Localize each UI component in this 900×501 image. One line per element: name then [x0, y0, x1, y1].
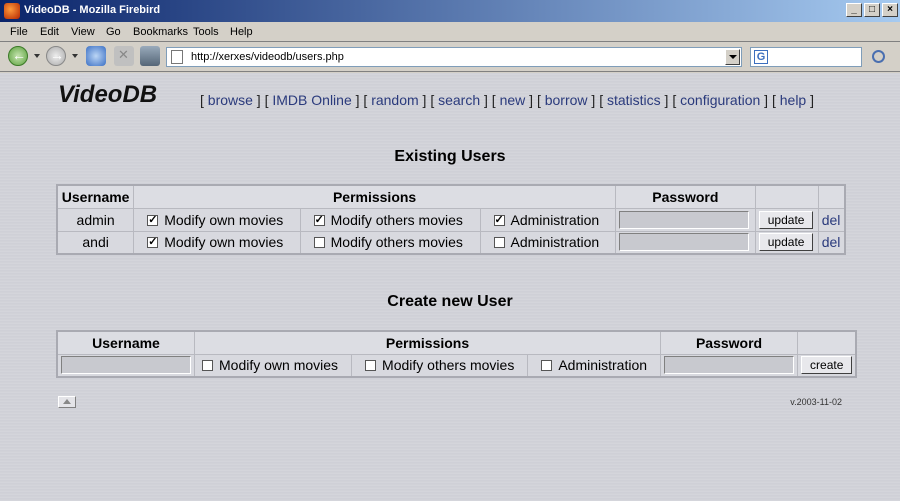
perm-label: Modify others movies — [330, 234, 463, 251]
menu-help[interactable]: Help — [230, 26, 253, 38]
username-cell: andi — [56, 230, 135, 255]
nav-new[interactable]: new — [500, 92, 526, 108]
stop-icon[interactable] — [114, 46, 134, 66]
home-icon[interactable] — [140, 46, 160, 66]
google-icon[interactable]: G — [754, 50, 768, 64]
perm-label: Modify others movies — [330, 211, 463, 228]
delete-link[interactable]: del — [822, 234, 841, 250]
url-dropdown-button[interactable] — [725, 49, 740, 65]
perm-label: Administration — [510, 211, 600, 228]
nav-search[interactable]: search — [438, 92, 480, 108]
checkbox-modify-own[interactable] — [202, 360, 213, 372]
close-button[interactable]: × — [882, 3, 898, 17]
checkbox-modify-others[interactable] — [313, 237, 325, 249]
minimize-button[interactable]: _ — [846, 3, 862, 17]
username-cell: admin — [56, 207, 135, 232]
menu-go[interactable]: Go — [106, 26, 121, 38]
checkbox-modify-others[interactable] — [365, 360, 377, 372]
scroll-top-icon[interactable] — [58, 396, 76, 408]
col-password: Password — [614, 184, 756, 209]
password-input[interactable] — [618, 210, 749, 229]
url-bar[interactable]: http://xerxes/videodb/users.php — [166, 47, 742, 67]
menu-bookmarks[interactable]: Bookmarks — [133, 26, 188, 38]
col-permissions: Permissions — [133, 184, 616, 209]
version-label: v.2003-11-02 — [790, 397, 842, 407]
search-input[interactable]: G — [750, 47, 862, 67]
nav-browse[interactable]: browse — [208, 92, 253, 108]
table-row: admin Modify own movies Modify others mo… — [56, 207, 846, 232]
checkbox-administration[interactable] — [493, 237, 505, 249]
menu-view[interactable]: View — [71, 26, 95, 38]
create-user-table: Username Permissions Password Modify own… — [56, 330, 858, 378]
nav-statistics[interactable]: statistics — [607, 92, 661, 108]
nav-help[interactable]: help — [780, 92, 806, 108]
title-bar: VideoDB - Mozilla Firebird _ □ × — [0, 0, 900, 22]
perm-label: Modify own movies — [164, 234, 284, 251]
perm-label: Modify others movies — [382, 357, 515, 374]
back-icon[interactable] — [8, 46, 28, 66]
site-logo: VideoDB — [58, 81, 158, 108]
new-password-input[interactable] — [664, 356, 795, 375]
col-actions-delete — [817, 184, 846, 209]
reload-icon[interactable] — [86, 46, 106, 66]
table-row: Modify own movies Modify others movies A… — [56, 353, 857, 378]
checkbox-modify-others[interactable] — [313, 213, 325, 226]
firebird-app-icon — [4, 3, 20, 19]
back-dropdown-icon[interactable] — [34, 54, 40, 58]
top-navigation: [ browse ] [ IMDB Online ] [ random ] [ … — [200, 92, 814, 108]
nav-configuration[interactable]: configuration — [680, 92, 760, 108]
checkbox-modify-own[interactable] — [147, 213, 159, 226]
delete-link[interactable]: del — [822, 212, 841, 228]
nav-borrow[interactable]: borrow — [545, 92, 588, 108]
search-icon[interactable] — [870, 48, 890, 66]
create-user-title: Create new User — [387, 293, 513, 310]
perm-label: Modify own movies — [164, 211, 284, 228]
perm-label: Administration — [558, 357, 648, 374]
url-text[interactable]: http://xerxes/videodb/users.php — [191, 51, 344, 63]
update-button[interactable]: update — [758, 233, 814, 252]
col-permissions: Permissions — [193, 330, 662, 355]
window-title: VideoDB - Mozilla Firebird — [24, 4, 161, 16]
page-icon — [171, 50, 183, 64]
menu-bar: File Edit View Go Bookmarks Tools Help — [0, 22, 900, 42]
col-username: Username — [56, 184, 135, 209]
menu-edit[interactable]: Edit — [40, 26, 59, 38]
forward-dropdown-icon[interactable] — [72, 54, 78, 58]
col-actions-update — [754, 184, 819, 209]
perm-label: Administration — [510, 234, 600, 251]
menu-tools[interactable]: Tools — [193, 26, 219, 38]
update-button[interactable]: update — [758, 210, 814, 229]
col-password: Password — [660, 330, 799, 355]
col-actions — [797, 330, 857, 355]
checkbox-modify-own[interactable] — [147, 235, 159, 249]
maximize-button[interactable]: □ — [864, 3, 880, 17]
page-content: VideoDB [ browse ] [ IMDB Online ] [ ran… — [0, 73, 900, 501]
table-row: andi Modify own movies Modify others mov… — [56, 230, 846, 255]
col-username: Username — [56, 330, 195, 355]
existing-users-table: Username Permissions Password admin Modi… — [56, 184, 846, 255]
menu-file[interactable]: File — [10, 26, 28, 38]
create-button[interactable]: create — [801, 356, 853, 375]
nav-imdb-online[interactable]: IMDB Online — [272, 92, 351, 108]
password-input[interactable] — [618, 233, 749, 252]
forward-icon[interactable] — [46, 46, 66, 66]
new-username-input[interactable] — [61, 356, 191, 375]
checkbox-administration[interactable] — [541, 360, 553, 372]
nav-random[interactable]: random — [371, 92, 418, 108]
existing-users-title: Existing Users — [394, 148, 506, 165]
checkbox-administration[interactable] — [493, 213, 505, 226]
navigation-toolbar: http://xerxes/videodb/users.php G — [0, 42, 900, 72]
perm-label: Modify own movies — [219, 357, 339, 374]
